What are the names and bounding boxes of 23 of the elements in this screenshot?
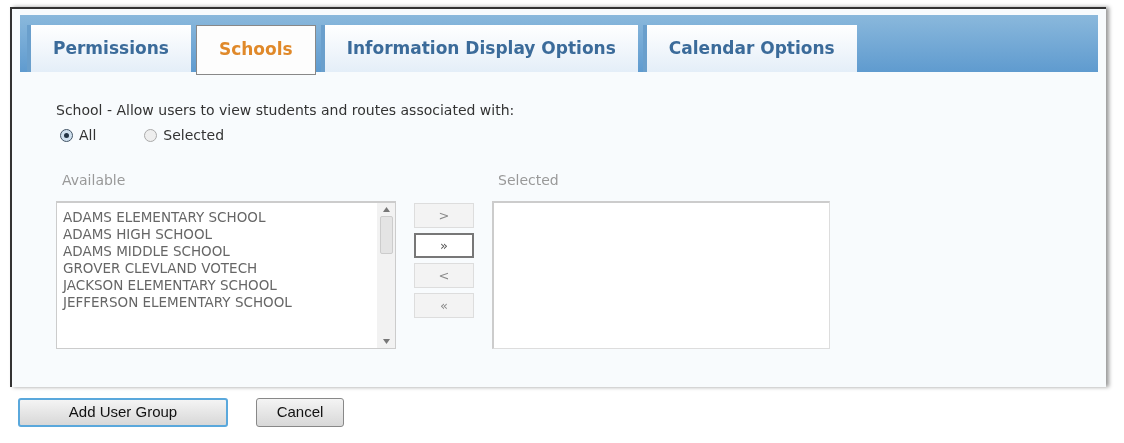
- scroll-down-icon[interactable]: [382, 339, 390, 344]
- list-item[interactable]: ADAMS ELEMENTARY SCHOOL: [63, 209, 377, 226]
- cancel-button[interactable]: Cancel: [256, 398, 344, 427]
- available-list[interactable]: ADAMS ELEMENTARY SCHOOL ADAMS HIGH SCHOOL ADAMS MIDDLE SCHOOL GROVER CLEVLAND VOTECH JACKSON ELEMENTARY SCHOOL JEFFERSON ELEMENTARY SCHOOL: [56, 201, 396, 349]
- tab[interactable]: Permissions: [27, 25, 191, 72]
- list-label: Available: [62, 171, 127, 190]
- prompt-text: School - Allow users to view students and routes associated with:: [56, 101, 516, 120]
- selected-list[interactable]: [492, 201, 830, 349]
- list-item[interactable]: ADAMS MIDDLE SCHOOL: [63, 243, 377, 260]
- tab[interactable]: Information Display Options: [320, 25, 638, 72]
- tab[interactable]: Calendar Options: [642, 25, 857, 72]
- list-item[interactable]: ADAMS HIGH SCHOOL: [63, 226, 377, 243]
- add-user-group-button[interactable]: Add User Group: [18, 398, 228, 427]
- list-item[interactable]: JACKSON ELEMENTARY SCHOOL: [63, 277, 377, 294]
- transfer-button[interactable]: »: [414, 233, 474, 258]
- scroll-up-icon[interactable]: [382, 207, 390, 212]
- list-item[interactable]: GROVER CLEVLAND VOTECH: [63, 260, 377, 277]
- scrollbar[interactable]: [377, 203, 395, 348]
- radio-option[interactable]: Selected: [144, 125, 225, 146]
- radio-option[interactable]: All: [60, 125, 97, 146]
- scroll-thumb[interactable]: [379, 216, 393, 254]
- list-label: Selected: [498, 171, 560, 190]
- list-item[interactable]: JEFFERSON ELEMENTARY SCHOOL: [63, 294, 377, 311]
